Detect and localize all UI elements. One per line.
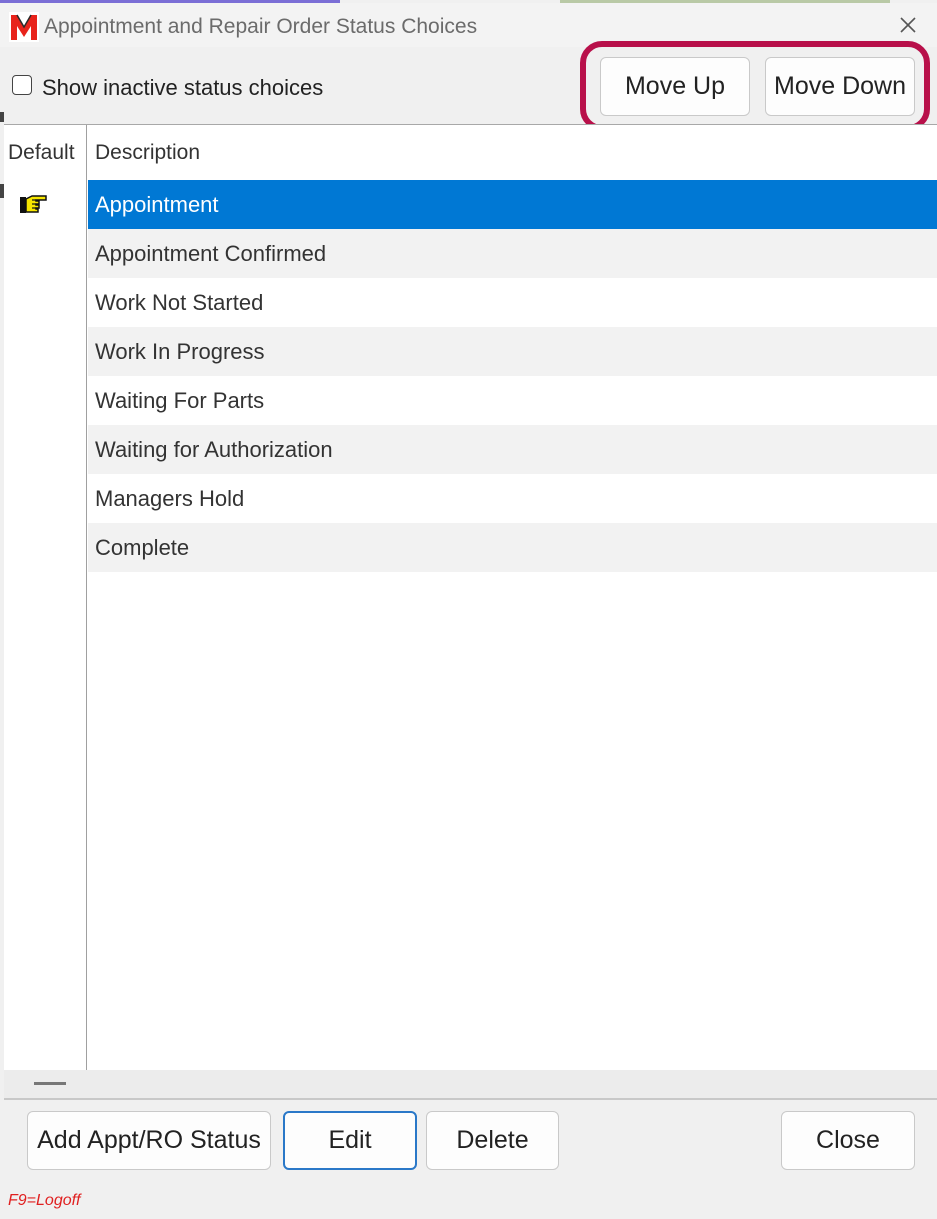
table-row[interactable]: Waiting For Parts — [88, 376, 937, 425]
background-fragment — [0, 184, 4, 198]
table-row[interactable]: Appointment — [88, 180, 937, 229]
column-header-description[interactable]: Description — [95, 141, 200, 165]
splitter-handle[interactable] — [34, 1082, 66, 1085]
pointing-hand-icon — [20, 195, 47, 213]
table-row[interactable]: Work In Progress — [88, 327, 937, 376]
default-column — [4, 125, 87, 1071]
show-inactive-checkbox[interactable] — [12, 75, 32, 95]
background-fragment — [0, 112, 4, 122]
add-status-button[interactable]: Add Appt/RO Status — [27, 1111, 271, 1170]
move-down-button[interactable]: Move Down — [765, 57, 915, 116]
delete-button[interactable]: Delete — [426, 1111, 559, 1170]
window-title: Appointment and Repair Order Status Choi… — [44, 15, 478, 38]
hotkey-hint: F9=Logoff — [8, 1192, 81, 1209]
close-icon[interactable] — [894, 11, 922, 39]
table-row[interactable]: Work Not Started — [88, 278, 937, 327]
close-button[interactable]: Close — [781, 1111, 915, 1170]
table-row[interactable]: Waiting for Authorization — [88, 425, 937, 474]
edit-button[interactable]: Edit — [283, 1111, 417, 1170]
grid-scroll-footer — [4, 1070, 937, 1098]
show-inactive-label: Show inactive status choices — [42, 75, 324, 100]
status-grid: Default Description Appointment Appointm… — [4, 124, 937, 1071]
title-bar: Appointment and Repair Order Status Choi… — [0, 3, 937, 47]
dialog-window: Appointment and Repair Order Status Choi… — [0, 0, 937, 1219]
m-logo-icon — [9, 12, 39, 42]
table-row[interactable]: Complete — [88, 523, 937, 572]
column-header-default[interactable]: Default — [8, 141, 75, 165]
move-up-button[interactable]: Move Up — [600, 57, 750, 116]
table-row[interactable]: Managers Hold — [88, 474, 937, 523]
table-row[interactable]: Appointment Confirmed — [88, 229, 937, 278]
